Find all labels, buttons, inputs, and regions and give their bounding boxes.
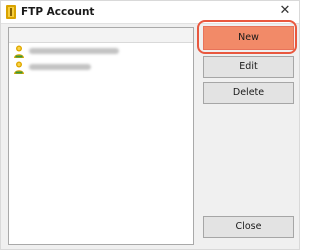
close-window-icon[interactable]: ✕ (277, 3, 293, 19)
user-icon (14, 61, 24, 74)
list-header (9, 28, 193, 43)
list-item[interactable] (9, 60, 193, 75)
edit-button[interactable]: Edit (203, 56, 294, 78)
ftp-account-window: FTP Account ✕ New Edit Delete Close (0, 0, 300, 250)
list-item[interactable] (9, 44, 193, 59)
account-name-redacted (29, 48, 119, 54)
close-button[interactable]: Close (203, 216, 294, 238)
delete-button[interactable]: Delete (203, 82, 294, 104)
account-list[interactable] (8, 27, 194, 245)
user-icon (14, 45, 24, 58)
account-name-redacted (29, 64, 91, 70)
ftp-app-icon (6, 5, 16, 19)
window-title: FTP Account (21, 6, 95, 18)
new-button[interactable]: New (203, 26, 294, 50)
